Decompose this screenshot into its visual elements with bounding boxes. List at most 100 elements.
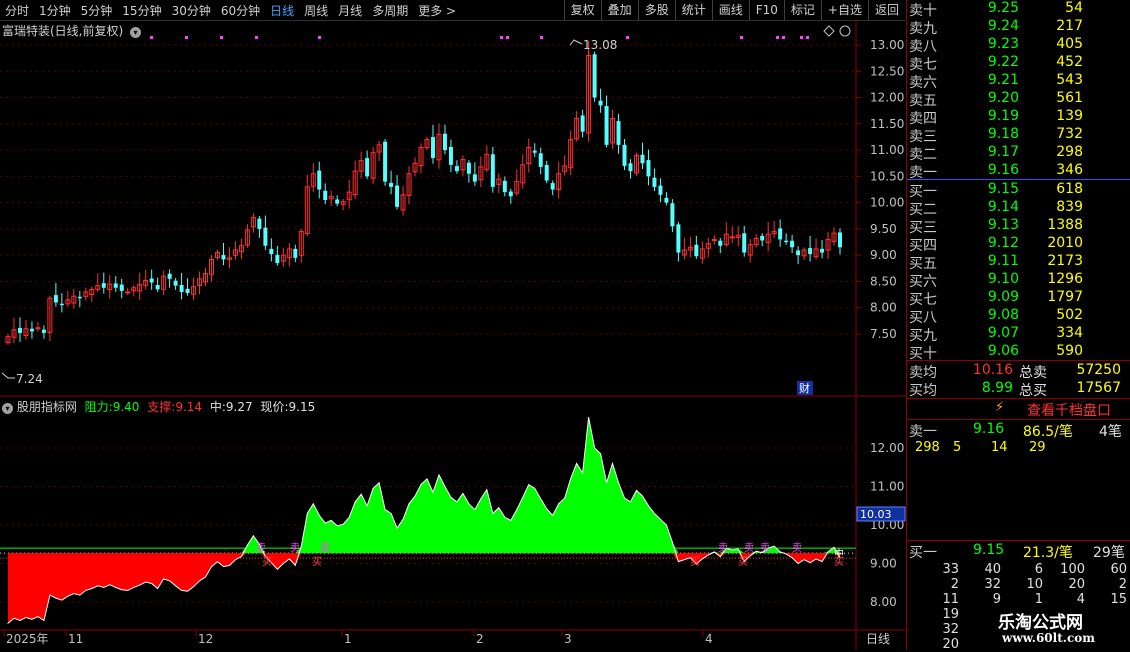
bid-price: 9.15: [987, 181, 1019, 197]
y-tick-label: 12.50: [870, 64, 904, 78]
resist-area: [8, 417, 840, 554]
ask-row[interactable]: 卖三 9.18 732: [907, 126, 1130, 145]
ask-price: 9.17: [987, 144, 1019, 160]
total-sell-label: 总卖: [1019, 365, 1047, 381]
ask-volume: 543: [1056, 72, 1083, 88]
bid-volume: 1296: [1047, 271, 1083, 287]
ask-row[interactable]: 卖四 9.19 139: [907, 108, 1130, 127]
candle-body: [101, 283, 106, 288]
bid-volume: 839: [1056, 199, 1083, 215]
buy1-price: 9.15: [973, 542, 1005, 558]
bid-price: 9.09: [987, 289, 1019, 305]
avg-buy-label: 买均: [909, 383, 937, 399]
watermark-title: 乐淘公式网: [998, 613, 1083, 633]
event-marker: [776, 36, 779, 39]
order-qty: 2: [950, 577, 959, 592]
candle-body: [155, 285, 160, 290]
ask-row[interactable]: 卖一 9.16 346: [907, 162, 1130, 181]
candle-body: [838, 232, 842, 248]
candle-body: [670, 203, 675, 227]
bid-row[interactable]: 买一 9.15 618: [907, 181, 1130, 200]
bid-price: 9.13: [987, 217, 1019, 233]
ask-row[interactable]: 卖七 9.22 452: [907, 54, 1130, 73]
event-marker: [506, 36, 509, 39]
ask-row[interactable]: 卖二 9.17 298: [907, 144, 1130, 163]
bid-label: 买五: [909, 256, 937, 272]
candle-body: [694, 244, 699, 257]
candle-body: [293, 248, 298, 258]
bid-label: 买一: [909, 184, 937, 200]
order-qty: 11: [942, 592, 959, 607]
ask-volume: 54: [1065, 0, 1083, 16]
event-marker: [220, 36, 223, 39]
order-qty: 14: [991, 440, 1008, 455]
bid-row[interactable]: 买四 9.12 2010: [907, 235, 1130, 254]
order-qty: 6: [1034, 562, 1043, 577]
avg-sell-value: 10.16: [972, 362, 1013, 378]
ask-price: 9.22: [987, 54, 1019, 70]
order-qty: 4: [1076, 592, 1085, 607]
y-tick-label: 10.50: [870, 169, 904, 183]
sell-marker: 卖: [290, 542, 300, 554]
candle-body: [622, 144, 627, 166]
ask-volume: 217: [1056, 18, 1083, 34]
candle-body: [508, 191, 513, 197]
qianfang-button[interactable]: 查看千档盘口: [1027, 400, 1111, 420]
bid-row[interactable]: 买六 9.10 1296: [907, 271, 1130, 290]
sell1-per-order: 86.5/笔: [1023, 424, 1073, 440]
ask-price: 9.25: [987, 0, 1019, 16]
event-marker: [800, 36, 803, 39]
bid-volume: 618: [1056, 181, 1083, 197]
candle-body: [729, 236, 735, 239]
sell1-orders: 298 5 14 29: [907, 440, 1130, 456]
ask-row[interactable]: 卖六 9.21 543: [907, 72, 1130, 91]
y-tick-label: 13.00: [870, 38, 904, 52]
bid-row[interactable]: 买三 9.13 1388: [907, 217, 1130, 236]
ask-label: 卖八: [909, 39, 937, 55]
candle-body: [658, 185, 663, 195]
sell1-count: 4笔: [1099, 424, 1122, 440]
bid-row[interactable]: 买七 9.09 1797: [907, 289, 1130, 308]
candle-body: [317, 170, 322, 190]
ask-row[interactable]: 卖八 9.23 405: [907, 36, 1130, 55]
bid-row[interactable]: 买九 9.07 334: [907, 325, 1130, 344]
candle-body: [59, 303, 64, 306]
sell-marker: 卖: [744, 542, 754, 554]
ask-price: 9.24: [987, 18, 1019, 34]
buy-marker: 买: [312, 556, 322, 568]
bid-label: 买四: [909, 238, 937, 254]
candle-body: [820, 248, 825, 253]
total-sell-value: 57250: [1076, 362, 1121, 378]
y-tick-label: 12.00: [870, 91, 904, 105]
y-tick-label: 11.00: [870, 143, 904, 157]
ask-label: 卖二: [909, 147, 937, 163]
candle-body: [796, 250, 801, 256]
ask-row[interactable]: 卖九 9.24 217: [907, 18, 1130, 37]
event-marker: [500, 36, 503, 39]
y-tick-label: 9.00: [870, 248, 897, 262]
bid-label: 买二: [909, 202, 937, 218]
buy1-count: 29笔: [1093, 545, 1125, 561]
candle-body: [808, 248, 813, 255]
high-label: 13.08: [583, 38, 617, 52]
candle-body: [550, 183, 555, 190]
order-qty: 100: [1060, 562, 1085, 577]
kline-chart[interactable]: 卖买卖买卖买卖买卖卖卖买中 13.0012.5012.0011.5011.001…: [0, 0, 906, 650]
ask-row[interactable]: 卖十 9.25 54: [907, 0, 1130, 19]
candle-body: [263, 227, 268, 246]
time-label: 11: [68, 632, 83, 646]
time-label: 2: [476, 632, 484, 646]
bid-row[interactable]: 买二 9.14 839: [907, 199, 1130, 218]
order-qty: 40: [984, 562, 1001, 577]
bid-row[interactable]: 买十 9.06 590: [907, 343, 1130, 362]
bid-row[interactable]: 买五 9.11 2173: [907, 253, 1130, 272]
candle-body: [676, 224, 681, 253]
ask-label: 卖六: [909, 75, 937, 91]
bid-price: 9.14: [987, 199, 1019, 215]
ask-price: 9.18: [987, 126, 1019, 142]
bid-label: 买六: [909, 274, 937, 290]
ask-volume: 405: [1056, 36, 1083, 52]
bid-row[interactable]: 买八 9.08 502: [907, 307, 1130, 326]
ask-row[interactable]: 卖五 9.20 561: [907, 90, 1130, 109]
sell-marker: 卖: [320, 542, 330, 554]
